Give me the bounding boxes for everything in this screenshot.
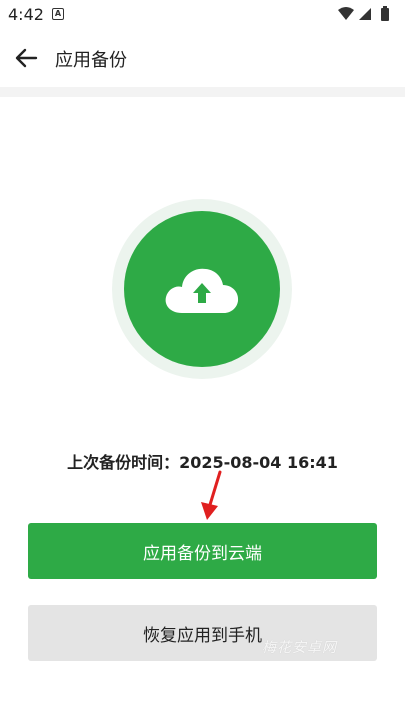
battery-icon (381, 6, 389, 21)
backup-to-cloud-button[interactable]: 应用备份到云端 (28, 523, 377, 579)
page-title: 应用备份 (55, 50, 127, 71)
cloud-upload-icon (165, 268, 239, 313)
annotation-arrow-icon (201, 470, 222, 520)
status-time: 4:42 (8, 5, 44, 24)
header-divider (0, 87, 405, 97)
signal-icon (359, 8, 371, 20)
arrow-left-icon (15, 48, 38, 68)
watermark: 梅花安卓网 (262, 640, 337, 656)
restore-to-phone-label: 恢复应用到手机 (143, 625, 262, 646)
app-bar: 应用备份 (0, 36, 405, 84)
status-icons (338, 6, 389, 21)
status-bar: 4:42 A (0, 0, 405, 30)
last-backup-label: 上次备份时间： (67, 453, 180, 472)
notification-icon: A (52, 8, 64, 20)
backup-hero-circle (124, 211, 280, 367)
backup-to-cloud-label: 应用备份到云端 (143, 543, 262, 564)
backup-hero (112, 199, 292, 379)
back-button[interactable] (10, 42, 42, 74)
wifi-icon (338, 7, 354, 20)
